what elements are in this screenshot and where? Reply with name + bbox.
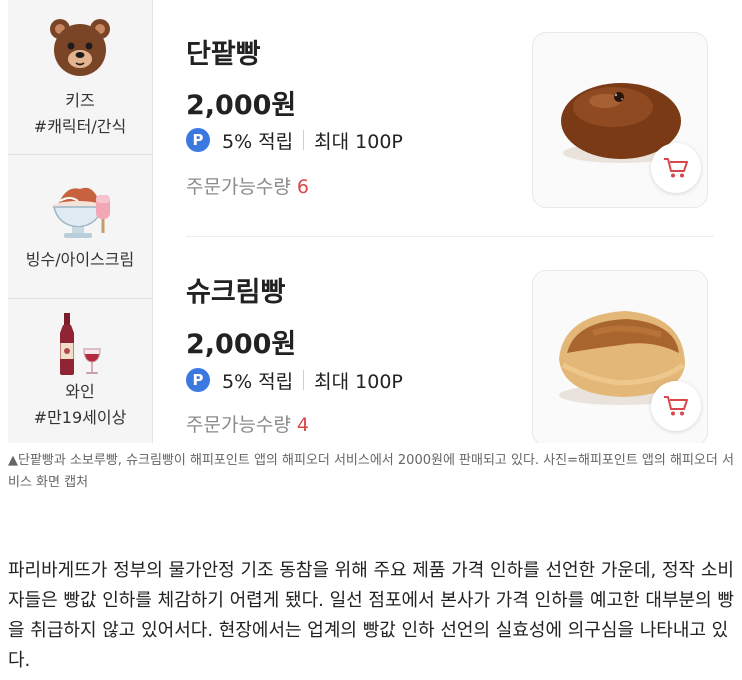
category-wine[interactable]: 와인 #만19세이상	[8, 299, 152, 443]
category-sublabel: #캐릭터/간식	[33, 117, 127, 136]
order-quantity: 주문가능수량 6	[186, 172, 309, 199]
quantity-label: 주문가능수량	[186, 414, 291, 436]
quantity-label: 주문가능수량	[186, 176, 291, 198]
quantity-value: 6	[296, 176, 309, 198]
article-paragraph: 파리바게뜨가 정부의 물가안정 기조 동참을 위해 주요 제품 가격 인하를 선…	[8, 560, 734, 671]
points-rate: 5% 적립	[222, 370, 294, 393]
app-screenshot: 키즈 #캐릭터/간식 빙수/아이스크림 와인 #만19세이상 단팥빵 2,000…	[8, 0, 742, 443]
product-name: 슈크림빵	[186, 277, 286, 308]
category-label: 와인	[65, 382, 95, 401]
cart-icon	[664, 158, 688, 178]
product-image[interactable]	[532, 32, 708, 208]
wine-icon	[60, 313, 101, 375]
list-divider	[186, 236, 714, 237]
photo-caption: ▲단팥빵과 소보루빵, 슈크림빵이 해피포인트 앱의 해피오더 서비스에서 20…	[8, 453, 734, 490]
cart-icon	[664, 396, 688, 416]
category-kids[interactable]: 키즈 #캐릭터/간식	[8, 0, 152, 155]
product-price: 2,000원	[186, 90, 297, 121]
shaved-ice-icon	[52, 187, 110, 238]
product-image[interactable]	[532, 270, 708, 443]
category-label: 빙수/아이스크림	[25, 250, 135, 269]
points-badge-icon: P	[186, 368, 210, 392]
points-max: 최대 100P	[314, 370, 403, 393]
product-name: 단팥빵	[186, 39, 261, 70]
add-to-cart-button[interactable]	[651, 143, 701, 193]
points-max: 최대 100P	[314, 130, 403, 153]
category-sidebar: 키즈 #캐릭터/간식 빙수/아이스크림 와인 #만19세이상	[8, 0, 153, 443]
order-quantity: 주문가능수량 4	[186, 410, 309, 437]
points-rate: 5% 적립	[222, 130, 294, 153]
product-price: 2,000원	[186, 329, 297, 360]
points-info: P 5% 적립 최대 100P	[186, 126, 403, 154]
divider	[303, 370, 305, 390]
add-to-cart-button[interactable]	[651, 381, 701, 431]
bear-icon	[50, 19, 110, 76]
quantity-value: 4	[296, 414, 309, 436]
category-label: 키즈	[65, 91, 95, 110]
points-badge-icon: P	[186, 128, 210, 152]
category-sublabel: #만19세이상	[33, 408, 127, 427]
category-bingsu[interactable]: 빙수/아이스크림	[8, 155, 152, 299]
points-info: P 5% 적립 최대 100P	[186, 366, 403, 394]
divider	[303, 130, 305, 150]
